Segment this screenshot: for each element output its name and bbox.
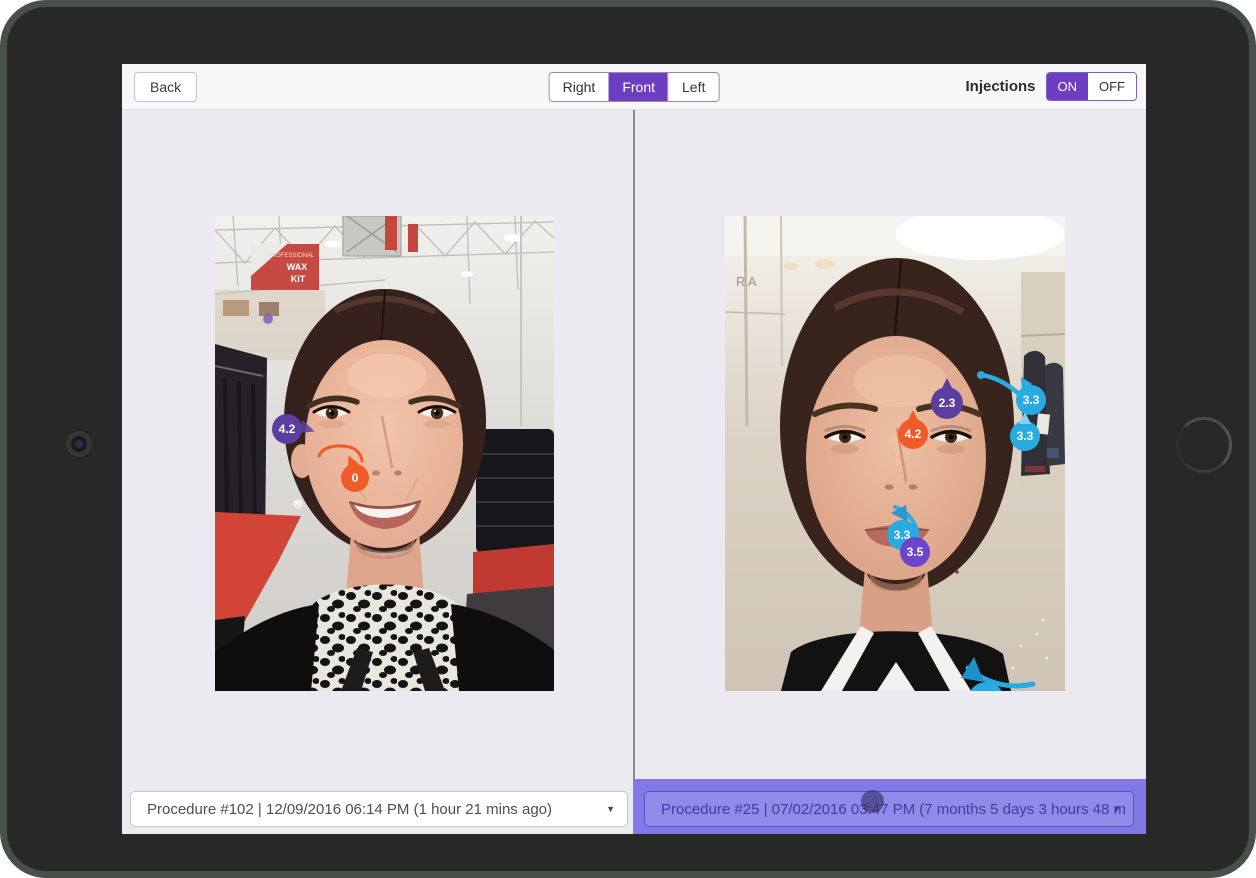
injection-marker[interactable]: 4.2 [898,419,928,449]
marker-tail-icon [907,410,919,422]
home-button[interactable] [1176,417,1232,473]
injections-on-button[interactable]: ON [1047,73,1089,100]
procedure-select-right[interactable]: Procedure #25 | 07/02/2016 03:47 PM (7 m… [644,791,1134,827]
dropdown-caret-icon: ▼ [606,804,615,814]
tab-view-left[interactable]: Left [668,73,718,101]
svg-text:WAX: WAX [287,262,308,272]
front-camera [66,431,92,457]
marker-value: 2.3 [939,396,956,410]
right-photo-image: RA [725,216,1065,691]
svg-text:RA: RA [736,274,759,289]
procedure-select-left[interactable]: Procedure #102 | 12/09/2016 06:14 PM (1 … [130,791,628,827]
injections-off-button[interactable]: OFF [1088,73,1136,100]
tablet-frame: Back Right Front Left Injections ON OFF [0,0,1256,878]
injection-marker[interactable]: 0 [341,464,369,492]
procedure-select-right-value: Procedure #25 | 07/02/2016 03:47 PM (7 m… [645,801,1133,818]
injection-marker[interactable]: 3.3 [1016,385,1046,415]
marker-value: 3.5 [907,545,924,559]
marker-value: 3.3 [1023,393,1040,407]
svg-text:PROFESSIONAL: PROFESSIONAL [268,253,315,259]
left-photo-canvas[interactable]: PROFESSIONAL WAX KIT [215,216,554,691]
tab-view-right[interactable]: Right [550,73,609,101]
marker-tail-icon [941,378,953,390]
marker-value: 0 [352,471,359,485]
injection-marker[interactable]: 2.3 [931,387,963,419]
procedure-select-left-value: Procedure #102 | 12/09/2016 06:14 PM (1 … [131,801,582,818]
injection-marker[interactable]: 4.2 [272,414,302,444]
left-photo-image: PROFESSIONAL WAX KIT [215,216,554,691]
injections-toggle-group: Injections ON OFF [965,72,1137,101]
injection-marker[interactable]: 3.3 [1010,421,1040,451]
tab-view-front[interactable]: Front [608,73,668,101]
injection-marker[interactable]: 3.5 [900,537,930,567]
right-photo-canvas[interactable]: RA [725,216,1065,691]
touch-indicator [861,790,884,813]
svg-text:KIT: KIT [291,274,306,284]
back-button[interactable]: Back [134,72,197,102]
marker-value: 4.2 [279,422,296,436]
marker-value: 4.2 [905,427,922,441]
app-screen: Back Right Front Left Injections ON OFF [122,64,1146,834]
view-switcher: Right Front Left [549,72,720,102]
marker-tail-icon [1019,412,1031,424]
injections-label: Injections [965,78,1035,95]
dropdown-caret-icon: ▼ [1112,804,1121,814]
panel-divider [633,110,635,834]
toolbar: Back Right Front Left Injections ON OFF [122,64,1146,110]
marker-value: 3.3 [1017,429,1034,443]
